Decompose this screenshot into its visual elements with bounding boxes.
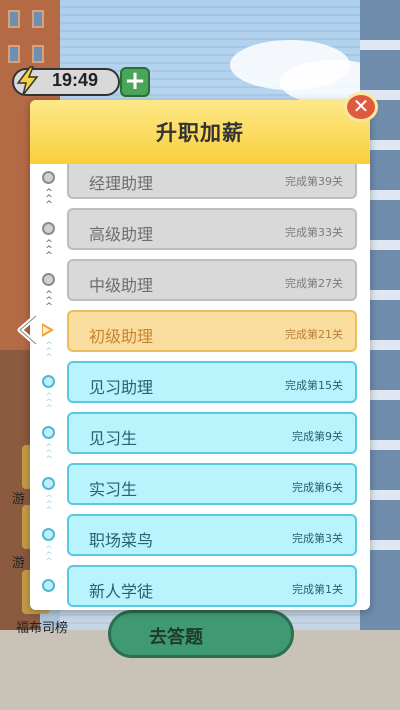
rank-name: 职场菜鸟 [89,531,154,550]
leaderboard-label: 福布司榜 [16,621,69,636]
promotion-modal: 升职加薪 经理助理 完成第39关 ^ ^ ^ 高级助理 完成第33关 ^ ^ ^ 中级助理 完成第27… [30,100,370,610]
modal-header: 升职加薪 [30,100,370,164]
rank-condition: 完成第1关 [292,583,343,596]
rank-name: 新人学徒 [89,582,154,601]
rank-name: 中级助理 [89,276,154,295]
rank-card[interactable]: 经理助理 完成第39关 [67,164,357,199]
rank-condition: 完成第9关 [292,430,343,443]
side-menu-label-1: 游 [12,492,26,507]
rank-card[interactable]: 高级助理 完成第33关 [67,208,357,250]
progress-dot-icon [42,273,55,286]
rank-name: 实习生 [89,480,138,499]
rank-row[interactable]: 新人学徒 完成第1关 [30,565,370,607]
energy-timer-text: 19:49 [52,70,99,90]
rank-row[interactable]: 实习生 完成第6关 [30,463,370,505]
connector-chevron-icon: ^ ^ ^ [45,239,53,261]
rank-card[interactable]: 见习助理 完成第15关 [67,361,357,403]
rank-row[interactable]: 职场菜鸟 完成第3关 [30,514,370,556]
rank-condition: 完成第27关 [285,277,343,290]
rank-condition: 完成第6关 [292,481,343,494]
progress-dot-icon [42,375,55,388]
rank-name: 见习助理 [89,378,154,397]
connector-chevron-icon: ^ ^ ^ [45,443,53,465]
rank-card[interactable]: 实习生 完成第6关 [67,463,357,505]
rank-row[interactable]: 见习助理 完成第15关 [30,361,370,403]
rank-row[interactable]: 经理助理 完成第39关 [30,164,370,199]
side-menu-label-2: 游 [12,556,26,571]
rank-row[interactable]: 高级助理 完成第33关 [30,208,370,250]
rank-condition: 完成第39关 [285,175,343,188]
progress-dot-icon [42,222,55,235]
rank-row[interactable]: 中级助理 完成第27关 [30,259,370,301]
rank-card[interactable]: 职场菜鸟 完成第3关 [67,514,357,556]
rank-card[interactable]: 新人学徒 完成第1关 [67,565,357,607]
connector-chevron-icon: ^ ^ ^ [45,494,53,516]
rank-row[interactable]: 初级助理 完成第21关 [30,310,370,352]
start-quiz-label: 去答题 [149,627,203,648]
progress-dot-icon [42,579,55,592]
rank-name: 经理助理 [89,174,154,193]
progress-dot-icon [42,171,55,184]
connector-chevron-icon: ^ ^ ^ [45,290,53,312]
rank-card[interactable]: 初级助理 完成第21关 [67,310,357,352]
rank-card[interactable]: 中级助理 完成第27关 [67,259,357,301]
rank-name: 见习生 [89,429,138,448]
connector-chevron-icon: ^ ^ ^ [45,392,53,414]
connector-chevron-icon: ^ ^ ^ [45,545,53,567]
rank-name: 初级助理 [89,327,154,346]
progress-dot-icon [42,477,55,490]
connector-chevron-icon: ^ ^ ^ [45,341,53,363]
close-icon[interactable]: ✕ [344,92,378,122]
rank-row[interactable]: 见习生 完成第9关 [30,412,370,454]
modal-title: 升职加薪 [156,121,244,145]
rank-condition: 完成第21关 [285,328,343,341]
start-quiz-button[interactable]: 去答题 [108,610,294,658]
rank-card[interactable]: 见习生 完成第9关 [67,412,357,454]
connector-chevron-icon: ^ ^ ^ [45,188,53,210]
rank-condition: 完成第3关 [292,532,343,545]
progress-dot-icon [42,528,55,541]
current-rank-marker-inner [43,326,50,334]
rank-list[interactable]: 经理助理 完成第39关 ^ ^ ^ 高级助理 完成第33关 ^ ^ ^ 中级助理 完成第27关 ^ ^ ^ 初… [30,164,370,610]
lightning-bolt-icon [16,66,39,96]
rank-name: 高级助理 [89,225,154,244]
add-energy-button[interactable]: + [120,67,150,97]
chevron-left-icon[interactable] [14,312,44,348]
progress-dot-icon [42,426,55,439]
rank-condition: 完成第33关 [285,226,343,239]
rank-condition: 完成第15关 [285,379,343,392]
